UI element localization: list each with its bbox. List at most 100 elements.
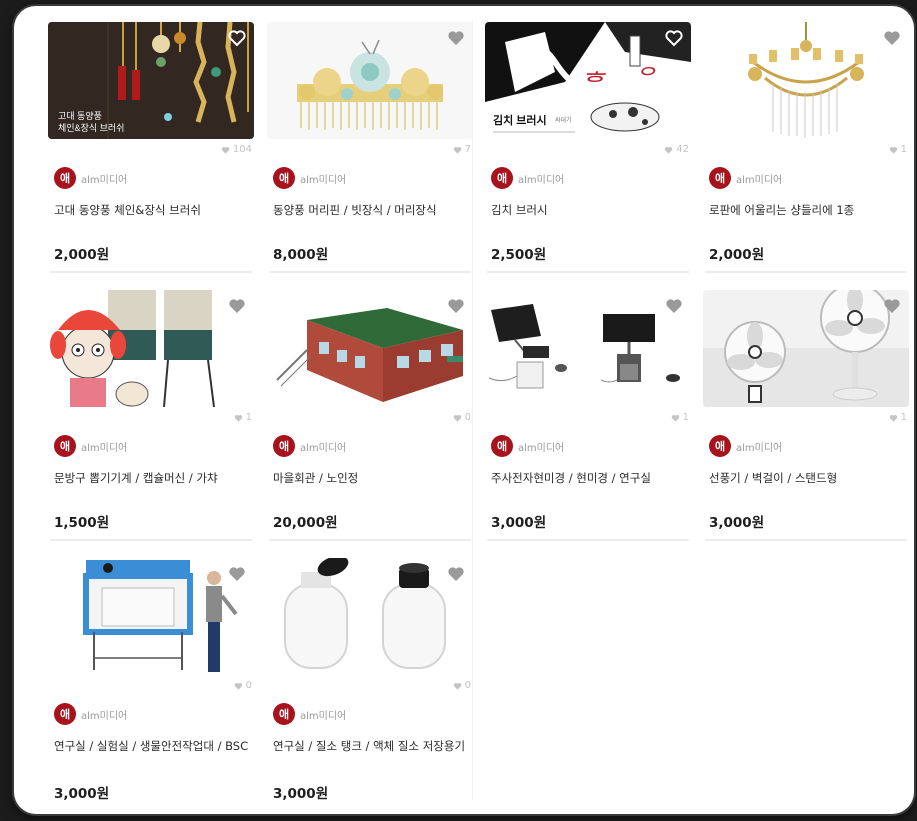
product-card[interactable]: 1 애 alm미디어 주사전자현미경 / 현미경 / 연구실 3,000원 — [485, 290, 691, 548]
product-title[interactable]: 동양풍 머리핀 / 빗장식 / 머리장식 — [273, 201, 469, 220]
heart-icon — [889, 146, 897, 154]
product-thumbnail[interactable] — [48, 290, 254, 407]
favorite-heart-icon[interactable] — [228, 565, 246, 581]
product-thumbnail[interactable] — [703, 22, 909, 139]
product-card[interactable]: 7 애 alm미디어 동양풍 머리핀 / 빗장식 / 머리장식 8,000원 — [267, 22, 473, 280]
hairpin-image — [267, 22, 473, 139]
favorite-heart-icon[interactable] — [228, 29, 246, 46]
seller-info[interactable]: 애 alm미디어 — [54, 703, 127, 725]
seller-info[interactable]: 애 alm미디어 — [54, 435, 127, 457]
product-card[interactable]: 1 애 alm미디어 선풍기 / 벽걸이 / 스탠드형 3,000원 — [703, 290, 909, 548]
favorite-heart-icon[interactable] — [447, 29, 465, 45]
product-thumbnail[interactable] — [267, 22, 473, 139]
seller-info[interactable]: 애 alm미디어 — [709, 435, 782, 457]
product-grid-panel: 고대 동양풍 체인&장식 브러쉬 104 애 alm미디어 고대 동양풍 체인&… — [14, 6, 914, 814]
svg-text:김치 브러시: 김치 브러시 — [493, 113, 547, 127]
svg-text:ᄋ: ᄋ — [635, 64, 656, 89]
product-price: 3,000원 — [709, 515, 765, 531]
seller-info[interactable]: 애 alm미디어 — [273, 703, 346, 725]
seller-avatar: 애 — [491, 167, 513, 189]
seller-avatar: 애 — [709, 435, 731, 457]
ornament-image: 고대 동양풍 체인&장식 브러쉬 — [48, 22, 254, 139]
card-divider — [487, 271, 689, 273]
card-divider — [705, 271, 907, 273]
like-count: 1 — [889, 144, 907, 155]
product-card[interactable]: 0 애 alm미디어 마을회관 / 노인정 20,000원 — [267, 290, 473, 548]
seller-info[interactable]: 애 alm미디어 — [273, 167, 346, 189]
product-thumbnail[interactable] — [48, 558, 254, 675]
favorite-heart-icon[interactable] — [665, 297, 683, 313]
capsule-machine-image — [48, 290, 254, 407]
card-divider — [50, 271, 252, 273]
seller-info[interactable]: 애 alm미디어 — [54, 167, 127, 189]
product-thumbnail[interactable] — [267, 290, 473, 407]
product-title[interactable]: 마을회관 / 노인정 — [273, 469, 469, 488]
product-title[interactable]: 고대 동양풍 체인&장식 브러쉬 — [54, 201, 250, 220]
product-thumbnail[interactable]: 고대 동양풍 체인&장식 브러쉬 — [48, 22, 254, 139]
favorite-heart-icon[interactable] — [883, 29, 901, 45]
seller-info[interactable]: 애 alm미디어 — [709, 167, 782, 189]
favorite-heart-icon[interactable] — [447, 297, 465, 313]
product-card[interactable]: 1 애 alm미디어 문방구 뽑기기계 / 캡슐머신 / 가챠 1,500원 — [48, 290, 254, 548]
product-card[interactable]: 고대 동양풍 체인&장식 브러쉬 104 애 alm미디어 고대 동양풍 체인&… — [48, 22, 254, 280]
biosafety-cabinet-image — [48, 558, 254, 675]
product-thumbnail[interactable] — [703, 290, 909, 407]
heart-icon — [453, 682, 461, 690]
seller-name: alm미디어 — [736, 174, 783, 186]
product-thumbnail[interactable]: ᄒ ᄋ 김치 브러시 싸대기 — [485, 22, 691, 139]
svg-text:싸대기: 싸대기 — [555, 116, 572, 124]
product-price: 20,000원 — [273, 515, 338, 531]
favorite-heart-icon[interactable] — [228, 297, 246, 313]
product-title[interactable]: 연구실 / 질소 탱크 / 액체 질소 저장용기 — [273, 737, 469, 756]
product-price: 3,000원 — [491, 515, 547, 531]
seller-name: alm미디어 — [518, 174, 565, 186]
seller-info[interactable]: 애 alm미디어 — [273, 435, 346, 457]
seller-name: alm미디어 — [300, 174, 347, 186]
product-card[interactable]: ᄒ ᄋ 김치 브러시 싸대기 42 애 alm미디어 김치 브러시 2,500원 — [485, 22, 691, 280]
like-count-value: 0 — [464, 680, 471, 691]
svg-text:고대 동양풍: 고대 동양풍 — [58, 111, 102, 121]
product-card[interactable]: 1 애 alm미디어 로판에 어울리는 샹들리에 1종 2,000원 — [703, 22, 909, 280]
like-count-value: 0 — [464, 412, 471, 423]
seller-name: alm미디어 — [518, 442, 565, 454]
electric-fan-image — [703, 290, 909, 407]
seller-avatar: 애 — [273, 435, 295, 457]
product-price: 2,000원 — [54, 247, 110, 263]
product-price: 2,000원 — [709, 247, 765, 263]
nitrogen-tank-image — [267, 558, 473, 675]
kimchi-brush-image: ᄒ ᄋ 김치 브러시 싸대기 — [485, 22, 691, 139]
product-title[interactable]: 문방구 뽑기기계 / 캡슐머신 / 가챠 — [54, 469, 250, 488]
favorite-heart-icon[interactable] — [447, 565, 465, 581]
product-card[interactable]: 0 애 alm미디어 연구실 / 질소 탱크 / 액체 질소 저장용기 3,00… — [267, 558, 473, 814]
product-card[interactable]: 0 애 alm미디어 연구실 / 실험실 / 생물안전작업대 / BSC 3,0… — [48, 558, 254, 814]
seller-name: alm미디어 — [81, 710, 128, 722]
seller-avatar: 애 — [273, 167, 295, 189]
product-price: 8,000원 — [273, 247, 329, 263]
favorite-heart-icon[interactable] — [665, 29, 683, 46]
seller-info[interactable]: 애 alm미디어 — [491, 435, 564, 457]
like-count-value: 1 — [245, 412, 252, 423]
seller-avatar: 애 — [54, 703, 76, 725]
seller-avatar: 애 — [54, 435, 76, 457]
chandelier-image — [703, 22, 909, 139]
product-title[interactable]: 연구실 / 실험실 / 생물안전작업대 / BSC — [54, 737, 250, 756]
like-count: 1 — [234, 412, 252, 423]
product-title[interactable]: 김치 브러시 — [491, 201, 687, 220]
svg-text:ᄒ: ᄒ — [580, 68, 606, 98]
seller-avatar: 애 — [491, 435, 513, 457]
seller-info[interactable]: 애 alm미디어 — [491, 167, 564, 189]
seller-name: alm미디어 — [300, 710, 347, 722]
like-count: 0 — [453, 680, 471, 691]
favorite-heart-icon[interactable] — [883, 297, 901, 313]
like-count-value: 104 — [232, 144, 252, 155]
like-count-value: 1 — [900, 144, 907, 155]
village-hall-image — [267, 290, 473, 407]
card-divider — [705, 539, 907, 541]
product-title[interactable]: 선풍기 / 벽걸이 / 스탠드형 — [709, 469, 905, 488]
card-divider — [50, 539, 252, 541]
product-title[interactable]: 로판에 어울리는 샹들리에 1종 — [709, 201, 905, 220]
product-thumbnail[interactable] — [485, 290, 691, 407]
product-title[interactable]: 주사전자현미경 / 현미경 / 연구실 — [491, 469, 687, 488]
like-count: 0 — [234, 680, 252, 691]
product-thumbnail[interactable] — [267, 558, 473, 675]
